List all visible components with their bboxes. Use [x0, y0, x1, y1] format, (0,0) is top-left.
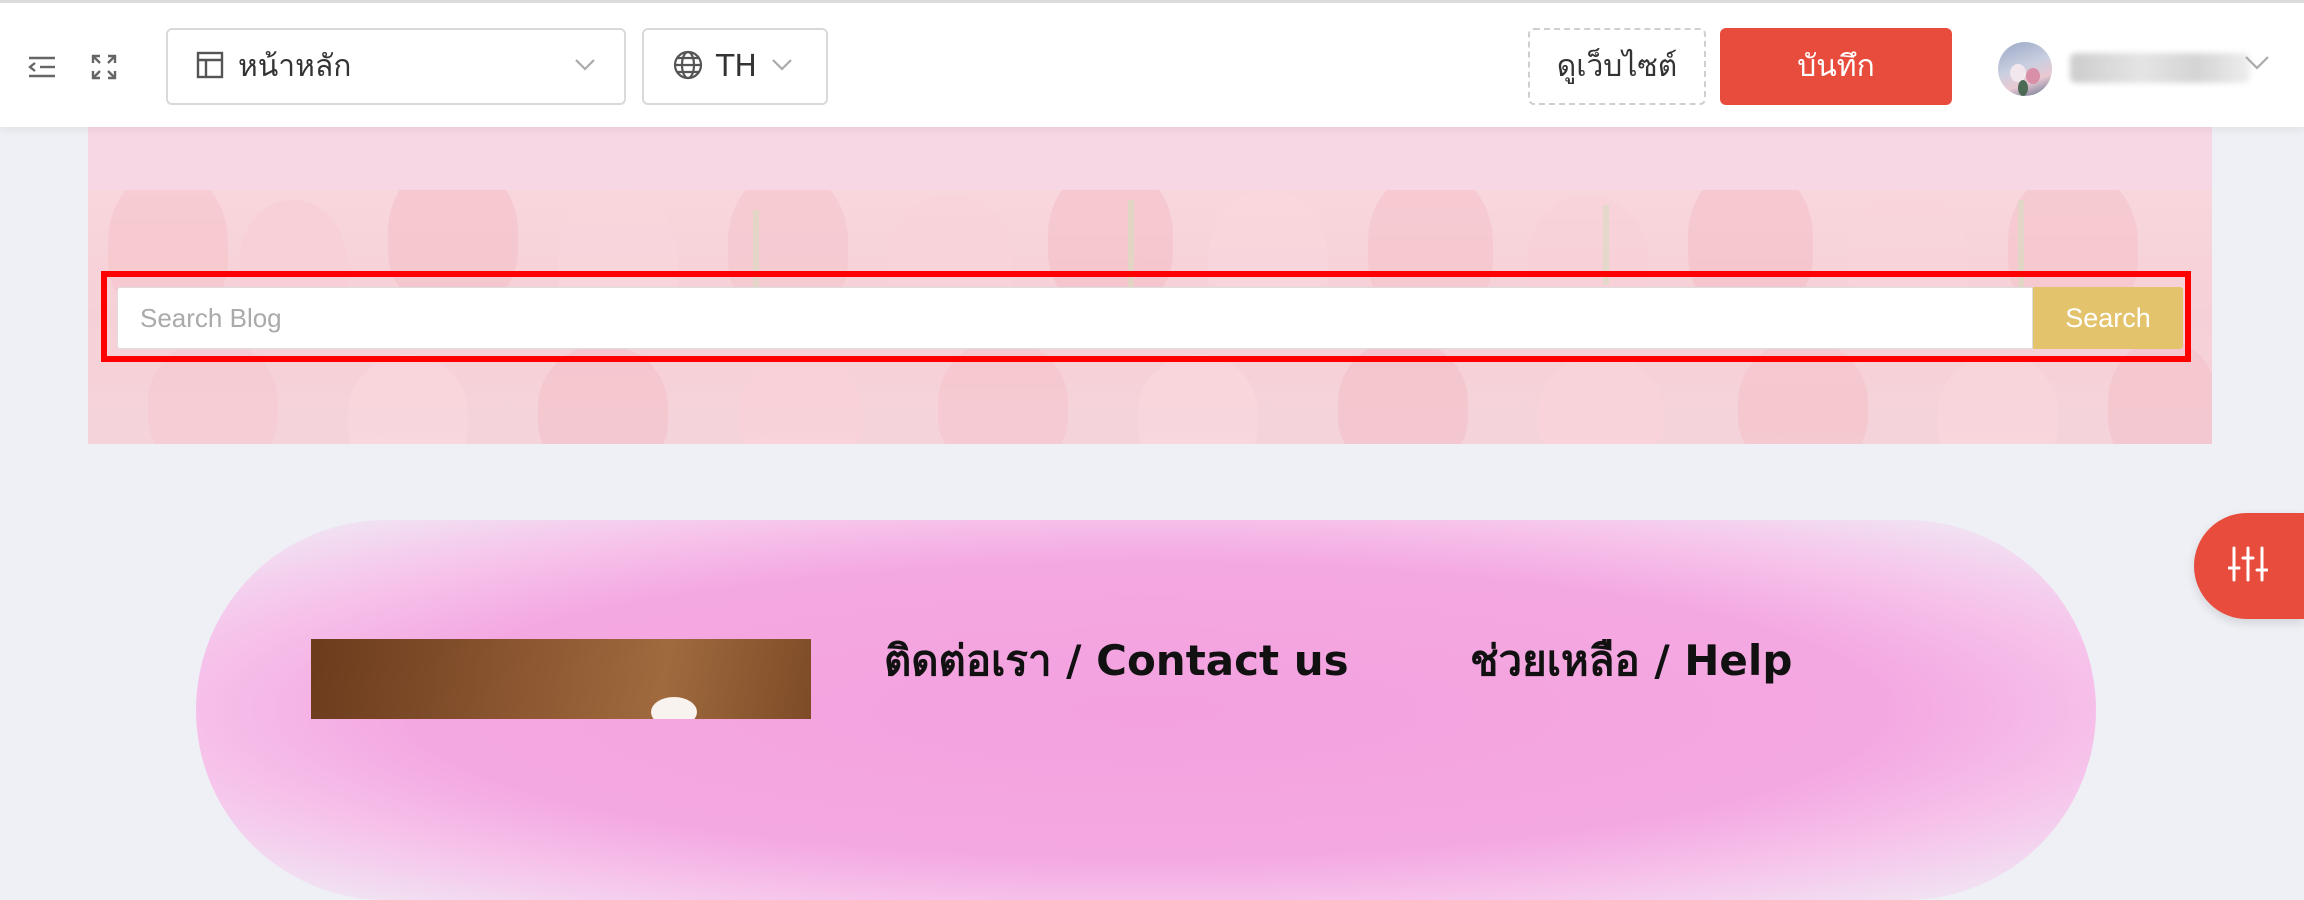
- view-site-button[interactable]: ดูเว็บไซต์: [1528, 28, 1706, 105]
- user-avatar[interactable]: [1998, 42, 2052, 96]
- layout-icon: [196, 51, 224, 83]
- editor-toolbar: หน้าหลัก TH ดูเว็บไซต์ บันทึก: [0, 0, 2304, 127]
- user-name-blurred[interactable]: [2070, 53, 2250, 83]
- settings-fab[interactable]: [2194, 513, 2304, 619]
- chevron-down-icon: [574, 57, 596, 76]
- chevron-down-icon[interactable]: [2244, 55, 2270, 75]
- avatar-detail: [2026, 68, 2040, 84]
- footer-image: [311, 639, 811, 719]
- header-strip: [88, 127, 2212, 190]
- avatar-detail: [2018, 80, 2028, 96]
- language-select[interactable]: TH: [642, 28, 828, 105]
- language-select-value: TH: [716, 49, 757, 84]
- fullscreen-icon[interactable]: [87, 50, 121, 84]
- globe-icon: [672, 49, 704, 85]
- help-heading: ช่วยเหลือ / Help: [1470, 636, 1793, 685]
- page-select[interactable]: หน้าหลัก: [166, 28, 626, 105]
- page-select-value: หน้าหลัก: [238, 49, 352, 84]
- chevron-down-icon: [771, 57, 793, 76]
- save-button[interactable]: บันทึก: [1720, 28, 1952, 105]
- search-button[interactable]: Search: [2033, 287, 2183, 349]
- search-blog-input[interactable]: [117, 287, 2033, 349]
- sliders-icon: [2227, 546, 2269, 586]
- contact-heading: ติดต่อเรา / Contact us: [884, 636, 1349, 685]
- indent-menu-icon[interactable]: [25, 50, 59, 84]
